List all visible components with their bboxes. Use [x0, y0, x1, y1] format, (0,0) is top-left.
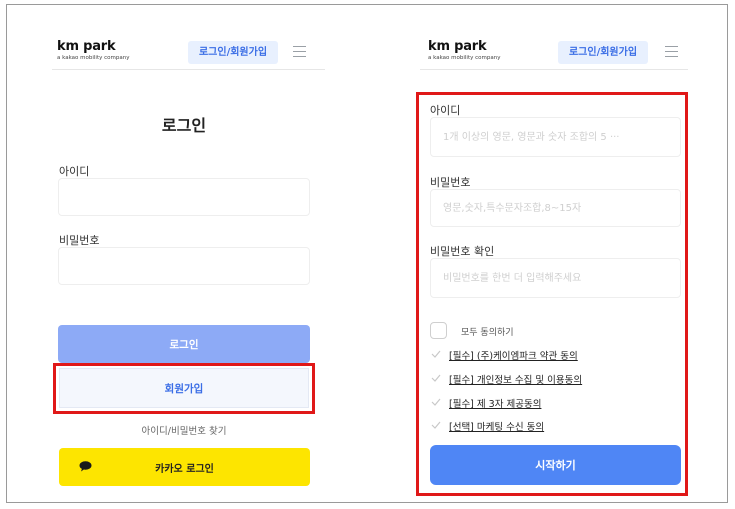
password-label: 비밀번호 [59, 234, 100, 247]
signup-password-confirm-input[interactable] [430, 258, 681, 298]
signup-password-input[interactable] [430, 189, 681, 227]
brand-tagline: a kakao mobility company [57, 55, 130, 61]
check-icon[interactable] [431, 397, 441, 407]
login-button[interactable]: 로그인 [58, 325, 310, 363]
start-button[interactable]: 시작하기 [430, 445, 681, 485]
login-signup-button[interactable]: 로그인/회원가입 [188, 41, 278, 64]
check-icon[interactable] [431, 373, 441, 383]
id-label: 아이디 [59, 165, 90, 178]
id-input[interactable] [58, 178, 310, 216]
hamburger-menu-icon[interactable] [665, 46, 678, 57]
agreement-label[interactable]: [필수] (주)케이엠파크 약관 동의 [449, 348, 578, 362]
agreement-label[interactable]: [선택] 마케팅 수신 동의 [449, 419, 544, 433]
left-header: km park a kakao mobility company 로그인/회원가… [57, 40, 309, 72]
brand-logo[interactable]: km park a kakao mobility company [428, 40, 500, 62]
signup-password-confirm-label: 비밀번호 확인 [430, 245, 495, 258]
check-icon[interactable] [431, 349, 441, 359]
page-title: 로그인 [161, 116, 207, 135]
signup-id-label: 아이디 [430, 104, 461, 117]
login-signup-button[interactable]: 로그인/회원가입 [558, 41, 648, 64]
signup-password-label: 비밀번호 [430, 176, 471, 189]
brand-name: km park [57, 39, 116, 54]
kakao-chat-icon [79, 461, 92, 472]
agree-all-checkbox[interactable] [430, 322, 447, 339]
signup-id-input[interactable] [430, 117, 681, 157]
check-icon[interactable] [431, 420, 441, 430]
right-header-divider [420, 69, 688, 70]
password-input[interactable] [58, 247, 310, 285]
signup-button[interactable]: 회원가입 [59, 368, 309, 408]
agreement-label[interactable]: [필수] 개인정보 수집 및 이용동의 [449, 372, 582, 386]
left-header-divider [52, 69, 325, 70]
agree-all-label[interactable]: 모두 동의하기 [461, 325, 514, 338]
kakao-login-button[interactable]: 카카오 로그인 [59, 448, 310, 486]
hamburger-menu-icon[interactable] [293, 46, 306, 57]
brand-tagline: a kakao mobility company [428, 55, 501, 61]
agreement-label[interactable]: [필수] 제 3자 제공동의 [449, 396, 541, 410]
find-id-password-link[interactable]: 아이디/비밀번호 찾기 [58, 423, 310, 437]
brand-logo[interactable]: km park a kakao mobility company [57, 40, 129, 62]
right-header: km park a kakao mobility company 로그인/회원가… [428, 40, 680, 72]
brand-name: km park [428, 39, 487, 54]
kakao-login-label: 카카오 로그인 [155, 463, 214, 475]
